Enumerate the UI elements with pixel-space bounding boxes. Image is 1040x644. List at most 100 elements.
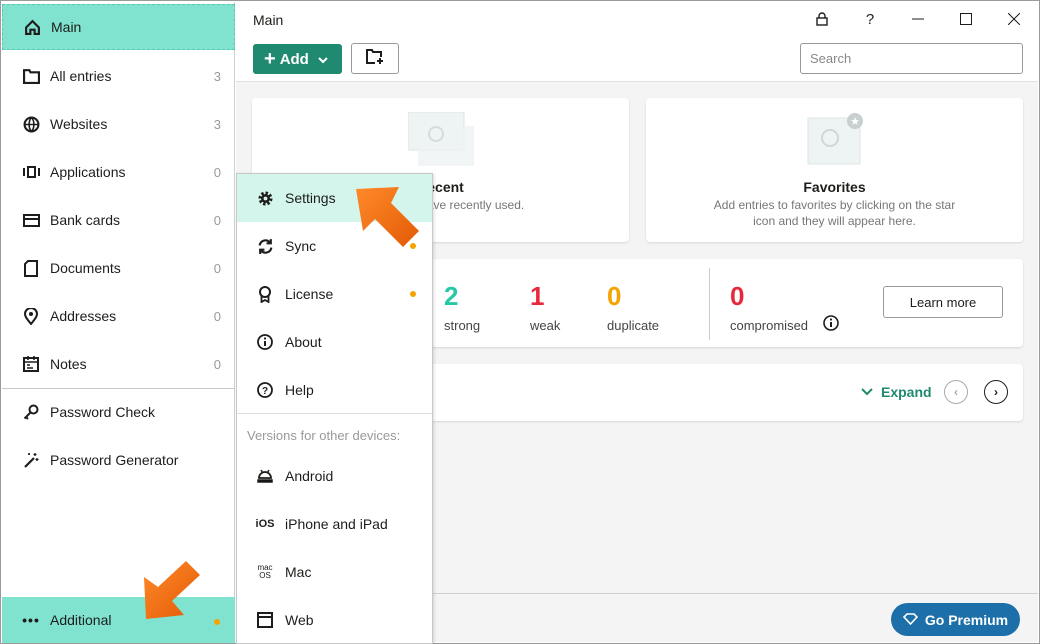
document-icon [22, 259, 40, 277]
previous-button[interactable]: ‹ [944, 380, 968, 404]
menu-item-web[interactable]: Web [237, 596, 432, 644]
sidebar-item-label: Addresses [50, 308, 117, 324]
notification-dot [214, 619, 220, 625]
favorites-illustration-icon: ★ [807, 113, 863, 165]
menu-item-help[interactable]: ? Help [237, 366, 432, 414]
stat-divider [709, 268, 710, 340]
app-window: Main All entries 3 Websites 3 Applicatio… [0, 0, 1040, 644]
add-folder-button[interactable] [351, 43, 399, 74]
close-button[interactable] [999, 8, 1029, 30]
sidebar: Main All entries 3 Websites 3 Applicatio… [2, 2, 235, 643]
page-title: Main [253, 12, 284, 28]
info-icon[interactable] [823, 315, 839, 334]
stat-weak: 1 weak [530, 281, 561, 333]
sidebar-item-bank-cards[interactable]: Bank cards 0 [2, 197, 235, 243]
menu-divider [237, 413, 432, 414]
ios-icon: iOS [255, 518, 275, 530]
additional-menu: Settings Sync License About ? Help Versio… [236, 173, 433, 644]
favorites-description: Add entries to favorites by clicking on … [713, 198, 956, 228]
sidebar-item-label: All entries [50, 68, 112, 84]
gear-icon [256, 189, 274, 207]
sidebar-item-all-entries[interactable]: All entries 3 [2, 53, 235, 99]
folder-plus-icon [366, 49, 384, 68]
globe-icon [22, 115, 40, 133]
notification-dot [410, 243, 416, 249]
svg-text:?: ? [262, 386, 268, 397]
stat-compromised: 0 compromised [730, 281, 809, 333]
menu-item-license[interactable]: License [237, 270, 432, 318]
menu-item-iphone-ipad[interactable]: iOS iPhone and iPad [237, 500, 432, 548]
sidebar-item-label: Main [51, 19, 82, 35]
card-icon [22, 211, 40, 229]
next-button[interactable]: › [984, 380, 1008, 404]
add-button[interactable]: + Add [253, 44, 342, 74]
diamond-icon [902, 612, 918, 628]
more-dots-icon: ••• [22, 612, 40, 628]
count-badge: 3 [213, 68, 221, 84]
menu-item-settings[interactable]: Settings [237, 174, 432, 222]
count-badge: 3 [213, 116, 221, 132]
notification-dot [410, 291, 416, 297]
menu-item-sync[interactable]: Sync [237, 222, 432, 270]
folder-icon [22, 67, 40, 85]
help-button[interactable]: ? [855, 8, 885, 30]
stat-strong: 2 strong [444, 281, 481, 333]
count-badge: 0 [213, 308, 221, 324]
macos-icon: mac OS [257, 563, 273, 580]
plus-icon: + [264, 48, 276, 70]
web-window-icon [256, 611, 274, 629]
svg-text:★: ★ [850, 116, 860, 128]
info-icon [256, 333, 274, 351]
sidebar-item-label: Websites [50, 116, 108, 132]
minimize-button[interactable] [903, 8, 933, 30]
notes-icon [22, 355, 40, 373]
stat-duplicate: 0 duplicate [607, 281, 660, 333]
sidebar-item-additional[interactable]: ••• Additional [2, 597, 235, 643]
sidebar-item-label: Password Generator [50, 452, 179, 468]
menu-item-about[interactable]: About [237, 318, 432, 366]
count-badge: 0 [213, 164, 221, 180]
add-label: Add [279, 50, 309, 68]
sidebar-item-notes[interactable]: Notes 0 [2, 341, 235, 387]
recent-illustration-icon [408, 112, 474, 166]
sync-icon [256, 237, 274, 255]
favorites-title: Favorites [803, 179, 866, 195]
application-icon [22, 163, 40, 181]
chevron-down-icon [318, 51, 328, 68]
search-input[interactable] [800, 43, 1023, 74]
header: Main ? + Add [236, 2, 1038, 82]
help-icon: ? [256, 381, 274, 399]
sidebar-item-password-generator[interactable]: Password Generator [2, 437, 235, 483]
sidebar-item-label: Applications [50, 164, 126, 180]
sidebar-item-password-check[interactable]: Password Check [2, 389, 235, 435]
learn-more-button[interactable]: Learn more [883, 286, 1003, 318]
sidebar-item-label: Additional [50, 612, 112, 628]
sidebar-item-label: Documents [50, 260, 121, 276]
expand-button[interactable]: Expand [861, 384, 932, 400]
sidebar-item-label: Password Check [50, 404, 156, 420]
sidebar-item-documents[interactable]: Documents 0 [2, 245, 235, 291]
menu-section-label: Versions for other devices: [247, 428, 401, 443]
sidebar-item-applications[interactable]: Applications 0 [2, 149, 235, 195]
license-icon [256, 285, 274, 303]
go-premium-button[interactable]: Go Premium [891, 603, 1020, 636]
lock-button[interactable] [807, 8, 837, 30]
count-badge: 0 [213, 260, 221, 276]
location-pin-icon [22, 307, 40, 325]
key-icon [22, 403, 40, 421]
sidebar-item-label: Bank cards [50, 212, 121, 228]
sidebar-item-main[interactable]: Main [2, 4, 235, 50]
menu-item-android[interactable]: Android [237, 452, 432, 500]
sidebar-item-addresses[interactable]: Addresses 0 [2, 293, 235, 339]
maximize-button[interactable] [951, 8, 981, 30]
favorites-card: ★ Favorites Add entries to favorites by … [646, 98, 1023, 242]
magic-wand-icon [22, 451, 40, 469]
menu-item-mac[interactable]: mac OS Mac [237, 548, 432, 596]
count-badge: 0 [213, 212, 221, 228]
sidebar-item-label: Notes [50, 356, 87, 372]
home-icon [23, 18, 41, 36]
android-icon [256, 467, 274, 485]
chevron-down-icon [861, 388, 873, 396]
count-badge: 0 [213, 356, 221, 372]
sidebar-item-websites[interactable]: Websites 3 [2, 101, 235, 147]
